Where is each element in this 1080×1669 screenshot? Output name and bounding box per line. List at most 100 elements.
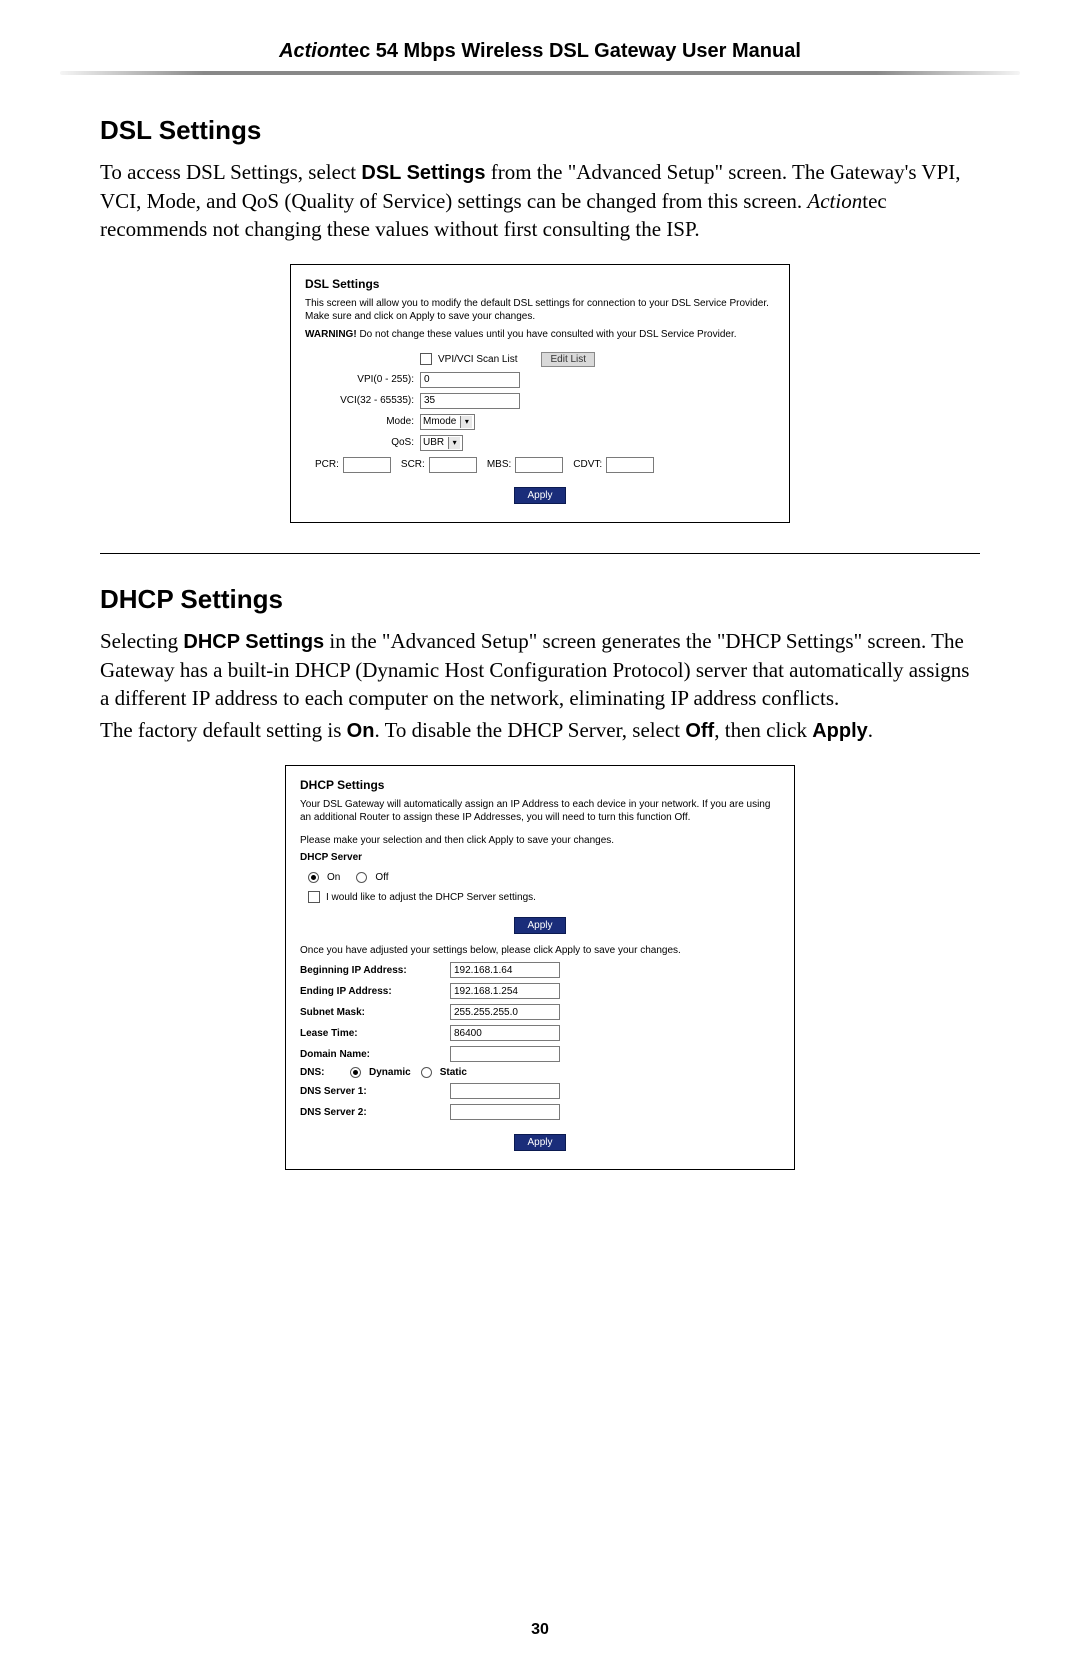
on-label: On (327, 872, 340, 883)
dns2-input[interactable] (450, 1104, 560, 1120)
mode-label: Mode: (305, 416, 420, 427)
dns2-label: DNS Server 2: (300, 1107, 450, 1118)
dhcp-p2-off: Off (685, 720, 714, 742)
begin-ip-row: Beginning IP Address: 192.168.1.64 (300, 962, 780, 978)
dsl-ss-desc: This screen will allow you to modify the… (305, 297, 775, 323)
dhcp-apply2-wrap: Apply (300, 1134, 780, 1151)
scr-label: SCR: (401, 459, 425, 470)
qos-row: QoS: UBR ▾ (305, 435, 775, 451)
dhcp-p1-a: Selecting (100, 629, 183, 653)
dhcp-p2-e: , then click (714, 718, 812, 742)
domain-input[interactable] (450, 1046, 560, 1062)
vpi-input[interactable]: 0 (420, 372, 520, 388)
dhcp-p2-g: . (868, 718, 873, 742)
dsl-apply-wrap: Apply (305, 487, 775, 504)
dns1-row: DNS Server 1: (300, 1083, 780, 1099)
dhcp-p2-a: The factory default setting is (100, 718, 347, 742)
brand-italic: Action (279, 40, 341, 62)
mode-row: Mode: Mmode ▾ (305, 414, 775, 430)
dns-dynamic-radio[interactable] (350, 1067, 361, 1078)
warning-text: Do not change these values until you hav… (357, 329, 737, 340)
lease-input[interactable]: 86400 (450, 1025, 560, 1041)
chevron-down-icon: ▾ (460, 416, 472, 428)
dns1-label: DNS Server 1: (300, 1086, 450, 1097)
dsl-settings-heading: DSL Settings (100, 115, 980, 146)
dns-label: DNS: (300, 1067, 340, 1078)
page: Actiontec 54 Mbps Wireless DSL Gateway U… (0, 0, 1080, 1669)
dsl-screenshot: DSL Settings This screen will allow you … (290, 264, 790, 523)
subnet-label: Subnet Mask: (300, 1007, 450, 1018)
dhcp-apply1-wrap: Apply (300, 917, 780, 934)
lease-label: Lease Time: (300, 1028, 450, 1039)
dhcp-on-radio[interactable] (308, 872, 319, 883)
subnet-input[interactable]: 255.255.255.0 (450, 1004, 560, 1020)
dhcp-on-off-row: On Off (308, 872, 780, 883)
lease-row: Lease Time: 86400 (300, 1025, 780, 1041)
dsl-intro-paragraph: To access DSL Settings, select DSL Setti… (100, 158, 980, 244)
dsl-form: VPI/VCI Scan List Edit List VPI(0 - 255)… (305, 352, 775, 504)
mbs-label: MBS: (487, 459, 511, 470)
scr-input[interactable] (429, 457, 477, 473)
begin-ip-input[interactable]: 192.168.1.64 (450, 962, 560, 978)
pcr-input[interactable] (343, 457, 391, 473)
dhcp-off-radio[interactable] (356, 872, 367, 883)
dns1-input[interactable] (450, 1083, 560, 1099)
vci-label: VCI(32 - 65535): (305, 395, 420, 406)
manual-header: Actiontec 54 Mbps Wireless DSL Gateway U… (100, 40, 980, 63)
vpi-label: VPI(0 - 255): (305, 374, 420, 385)
section-divider (100, 553, 980, 554)
cdvt-input[interactable] (606, 457, 654, 473)
adjust-row: I would like to adjust the DHCP Server s… (308, 891, 780, 903)
dhcp-settings-heading: DHCP Settings (100, 584, 980, 615)
dsl-ss-warning: WARNING! Do not change these values unti… (305, 329, 775, 340)
dhcp-apply-button-2[interactable]: Apply (514, 1134, 565, 1151)
vci-input[interactable]: 35 (420, 393, 520, 409)
dhcp-server-label: DHCP Server (300, 851, 780, 864)
end-ip-input[interactable]: 192.168.1.254 (450, 983, 560, 999)
qos-select[interactable]: UBR ▾ (420, 435, 463, 451)
subnet-row: Subnet Mask: 255.255.255.0 (300, 1004, 780, 1020)
dns-static-label: Static (440, 1067, 467, 1078)
vpi-row: VPI(0 - 255): 0 (305, 372, 775, 388)
end-ip-row: Ending IP Address: 192.168.1.254 (300, 983, 780, 999)
mode-value: Mmode (423, 416, 456, 427)
dhcp-paragraph-2: The factory default setting is On. To di… (100, 716, 980, 745)
dhcp-ss-title: DHCP Settings (300, 778, 780, 792)
domain-label: Domain Name: (300, 1049, 450, 1060)
brand-rest: tec 54 Mbps Wireless DSL Gateway User Ma… (341, 40, 801, 62)
edit-list-button[interactable]: Edit List (541, 352, 595, 367)
warning-label: WARNING! (305, 329, 357, 340)
header-divider (60, 71, 1020, 75)
dhcp-apply-button-1[interactable]: Apply (514, 917, 565, 934)
chevron-down-icon: ▾ (448, 437, 460, 449)
dhcp-p2-c: . To disable the DHCP Server, select (374, 718, 685, 742)
dsl-intro-bold: DSL Settings (361, 162, 485, 184)
dns-static-radio[interactable] (421, 1067, 432, 1078)
mode-select[interactable]: Mmode ▾ (420, 414, 475, 430)
page-number: 30 (0, 1621, 1080, 1639)
dsl-intro-a: To access DSL Settings, select (100, 160, 361, 184)
vci-row: VCI(32 - 65535): 35 (305, 393, 775, 409)
end-ip-label: Ending IP Address: (300, 986, 450, 997)
dns-type-row: DNS: Dynamic Static (300, 1067, 780, 1078)
mbs-input[interactable] (515, 457, 563, 473)
adjust-checkbox[interactable] (308, 891, 320, 903)
scan-list-label: VPI/VCI Scan List (438, 354, 517, 365)
scan-list-checkbox[interactable] (420, 353, 432, 365)
dhcp-ss-desc: Your DSL Gateway will automatically assi… (300, 798, 780, 824)
dhcp-paragraph-1: Selecting DHCP Settings in the "Advanced… (100, 627, 980, 713)
dsl-ss-title: DSL Settings (305, 277, 775, 291)
qos-label: QoS: (305, 437, 420, 448)
dhcp-p2-apply: Apply (812, 720, 868, 742)
qos-value: UBR (423, 437, 444, 448)
dhcp-adjusted-note: Once you have adjusted your settings bel… (300, 944, 780, 957)
domain-row: Domain Name: (300, 1046, 780, 1062)
off-label: Off (375, 872, 388, 883)
dns2-row: DNS Server 2: (300, 1104, 780, 1120)
begin-ip-label: Beginning IP Address: (300, 965, 450, 976)
pcr-label: PCR: (315, 459, 339, 470)
dsl-apply-button[interactable]: Apply (514, 487, 565, 504)
scan-list-row: VPI/VCI Scan List Edit List (305, 352, 775, 367)
dhcp-ss-instruction: Please make your selection and then clic… (300, 834, 780, 847)
dhcp-screenshot: DHCP Settings Your DSL Gateway will auto… (285, 765, 795, 1170)
